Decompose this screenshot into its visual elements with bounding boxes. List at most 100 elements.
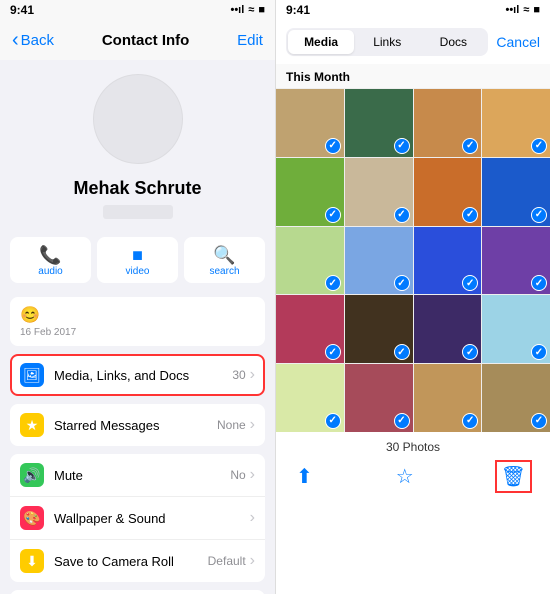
selected-checkmark-icon: ✓: [531, 207, 547, 223]
media-links-docs-card: 🖼 Media, Links, and Docs 30 ›: [10, 354, 265, 396]
media-thumb[interactable]: ✓: [345, 227, 413, 295]
audio-label: audio: [10, 266, 91, 277]
media-thumb[interactable]: ✓: [482, 158, 550, 226]
speaker-icon: 🔊: [20, 463, 44, 487]
status-icons: ••ıl ≈ ■: [230, 4, 265, 16]
tab-docs[interactable]: Docs: [420, 30, 486, 54]
disappearing-row[interactable]: ⏱ Disappearing Messages Off ›: [10, 590, 265, 594]
status-emoji: 😊: [20, 305, 255, 325]
share-button[interactable]: ⬆︎: [296, 464, 313, 489]
chevron-right-icon: ›: [250, 509, 255, 527]
edit-button[interactable]: Edit: [237, 32, 263, 49]
wallpaper-label: Wallpaper & Sound: [54, 511, 246, 526]
selection-count: 30 Photos: [276, 432, 550, 456]
star-button[interactable]: ☆: [396, 464, 414, 489]
share-icon: ⬆︎: [296, 466, 313, 488]
media-thumb[interactable]: ✓: [345, 158, 413, 226]
chevron-right-icon: ›: [250, 466, 255, 484]
starred-card: ★ Starred Messages None ›: [10, 404, 265, 446]
selected-checkmark-icon: ✓: [394, 207, 410, 223]
media-thumb[interactable]: ✓: [276, 158, 344, 226]
starred-messages-row[interactable]: ★ Starred Messages None ›: [10, 404, 265, 446]
media-thumb[interactable]: ✓: [482, 364, 550, 432]
action-buttons: 📞 audio ■ video 🔍 search: [0, 229, 275, 291]
avatar[interactable]: [93, 74, 183, 164]
selected-checkmark-icon: ✓: [531, 344, 547, 360]
star-icon: ★: [20, 413, 44, 437]
chevron-right-icon: ›: [250, 366, 255, 384]
signal-icon: ••ıl: [230, 4, 244, 16]
settings-card: 🔊 Mute No › 🎨 Wallpaper & Sound › ⬇ Save…: [10, 454, 265, 582]
status-card[interactable]: 😊 16 Feb 2017: [10, 297, 265, 346]
battery-icon: ■: [533, 4, 540, 16]
tab-media[interactable]: Media: [288, 30, 354, 54]
audio-button[interactable]: 📞 audio: [10, 237, 91, 283]
media-thumb[interactable]: ✓: [345, 364, 413, 432]
status-time: 9:41: [10, 3, 34, 17]
bottom-toolbar: ⬆︎ ☆ 🗑: [276, 456, 550, 501]
wallpaper-row[interactable]: 🎨 Wallpaper & Sound ›: [10, 496, 265, 539]
media-thumb[interactable]: ✓: [414, 158, 482, 226]
chevron-right-icon: ›: [250, 416, 255, 434]
starred-label: Starred Messages: [54, 418, 217, 433]
selected-checkmark-icon: ✓: [325, 413, 341, 429]
media-links-docs-row[interactable]: 🖼 Media, Links, and Docs 30 ›: [10, 354, 265, 396]
camera-roll-row[interactable]: ⬇ Save to Camera Roll Default ›: [10, 539, 265, 582]
download-icon: ⬇: [20, 549, 44, 573]
media-thumb[interactable]: ✓: [414, 295, 482, 363]
back-label: Back: [21, 32, 54, 49]
media-grid: ✓✓✓✓✓✓✓✓✓✓✓✓✓✓✓✓✓✓✓✓: [276, 89, 550, 432]
delete-button[interactable]: 🗑: [497, 462, 530, 491]
selected-checkmark-icon: ✓: [325, 207, 341, 223]
selected-checkmark-icon: ✓: [462, 344, 478, 360]
selected-checkmark-icon: ✓: [462, 413, 478, 429]
contact-name: Mehak Schrute: [0, 178, 275, 199]
media-thumb[interactable]: ✓: [276, 295, 344, 363]
selected-checkmark-icon: ✓: [325, 275, 341, 291]
back-button[interactable]: ‹ Back: [12, 30, 54, 50]
media-thumb[interactable]: ✓: [414, 364, 482, 432]
trash-icon: 🗑: [501, 466, 526, 488]
star-icon: ☆: [396, 466, 414, 488]
media-thumb[interactable]: ✓: [276, 364, 344, 432]
selected-checkmark-icon: ✓: [462, 275, 478, 291]
signal-icon: ••ıl: [505, 4, 519, 16]
selected-checkmark-icon: ✓: [531, 138, 547, 154]
selected-checkmark-icon: ✓: [394, 413, 410, 429]
selected-checkmark-icon: ✓: [394, 344, 410, 360]
media-thumb[interactable]: ✓: [276, 227, 344, 295]
selected-checkmark-icon: ✓: [531, 275, 547, 291]
media-thumb[interactable]: ✓: [482, 295, 550, 363]
chevron-left-icon: ‹: [12, 30, 19, 50]
mute-label: Mute: [54, 468, 230, 483]
segment-row: Media Links Docs Cancel: [276, 20, 550, 64]
media-label: Media, Links, and Docs: [54, 368, 232, 383]
camera-roll-value: Default: [208, 554, 246, 568]
search-button[interactable]: 🔍 search: [184, 237, 265, 283]
mute-value: No: [230, 468, 245, 482]
battery-icon: ■: [258, 4, 265, 16]
tab-links[interactable]: Links: [354, 30, 420, 54]
privacy-card: ⏱ Disappearing Messages Off › 🔒 Encrypti…: [10, 590, 265, 594]
media-thumb[interactable]: ✓: [414, 89, 482, 157]
selected-checkmark-icon: ✓: [531, 413, 547, 429]
media-thumb[interactable]: ✓: [482, 89, 550, 157]
status-bar: 9:41 ••ıl ≈ ■: [276, 0, 550, 20]
media-thumb[interactable]: ✓: [345, 295, 413, 363]
video-button[interactable]: ■ video: [97, 237, 178, 283]
cancel-button[interactable]: Cancel: [496, 34, 540, 50]
mute-row[interactable]: 🔊 Mute No ›: [10, 454, 265, 496]
page-title: Contact Info: [102, 32, 190, 49]
profile-section: Mehak Schrute: [0, 60, 275, 229]
wallpaper-icon: 🎨: [20, 506, 44, 530]
media-thumb[interactable]: ✓: [276, 89, 344, 157]
chevron-right-icon: ›: [250, 552, 255, 570]
status-time: 9:41: [286, 3, 310, 17]
media-thumb[interactable]: ✓: [345, 89, 413, 157]
media-thumb[interactable]: ✓: [482, 227, 550, 295]
selected-checkmark-icon: ✓: [325, 344, 341, 360]
media-picker-pane: 9:41 ••ıl ≈ ■ Media Links Docs Cancel Th…: [275, 0, 550, 594]
search-icon: 🔍: [184, 245, 265, 263]
media-thumb[interactable]: ✓: [414, 227, 482, 295]
contact-info-pane: 9:41 ••ıl ≈ ■ ‹ Back Contact Info Edit M…: [0, 0, 275, 594]
